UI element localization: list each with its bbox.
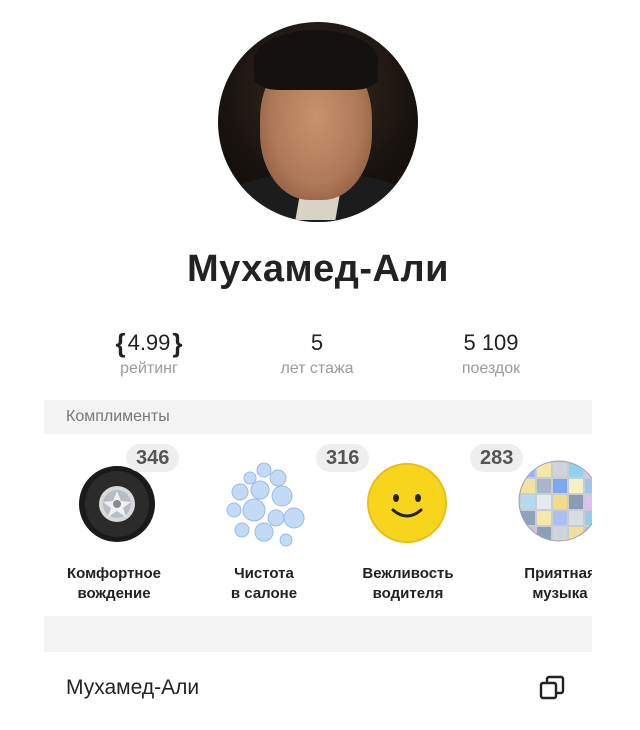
driver-profile-card: Мухамед-Али { 4.99 } рейтинг 5 лет стажа…	[44, 0, 592, 730]
rating-value-wreath: { 4.99 }	[74, 328, 224, 358]
driver-name: Мухамед-Али	[187, 248, 449, 290]
years-value: 5	[310, 330, 324, 355]
disco-ball-icon	[518, 460, 592, 542]
years-label: лет стажа	[280, 360, 354, 377]
compliment-politeness[interactable]: 283 Вежливость водителя	[338, 436, 524, 616]
trips-value: 5 109	[463, 330, 519, 355]
stat-rating: { 4.99 } рейтинг	[74, 328, 224, 378]
wheel-icon	[79, 466, 155, 542]
compliment-cleanliness[interactable]: 316 Чистота в салоне	[194, 436, 370, 616]
compliment-label-line2: водителя	[372, 585, 444, 602]
compliment-pleasant-music[interactable]: 2 Приятная музыка	[490, 436, 592, 616]
compliment-label: Вежливость водителя	[338, 564, 478, 604]
bubbles-icon	[226, 462, 305, 547]
copy-icon[interactable]	[538, 674, 566, 702]
trips-label: поездок	[461, 360, 521, 377]
compliment-comfortable-driving[interactable]: 346 Комфортное вождение	[44, 436, 184, 616]
compliment-label-line2: в салоне	[230, 585, 298, 602]
compliments-list[interactable]: 346 Комфортное вождение 316 Чистота в са…	[44, 436, 592, 616]
compliment-label-line1: Вежливость	[362, 565, 454, 582]
footer-name: Мухамед-Али	[66, 676, 200, 699]
compliment-label-line1: Комфортное	[67, 565, 161, 582]
compliment-count-badge: 346	[126, 444, 180, 472]
laurel-left-icon: {	[115, 328, 126, 358]
compliment-label: Чистота в салоне	[194, 564, 334, 604]
compliments-title: Комплименты	[66, 408, 170, 425]
compliment-label-line1: Приятная	[524, 565, 592, 582]
rating-label: рейтинг	[120, 360, 178, 377]
avatar[interactable]	[218, 22, 418, 222]
compliments-header: Комплименты	[44, 400, 592, 434]
laurel-right-icon: }	[172, 328, 183, 358]
avatar-hair	[254, 30, 378, 90]
section-divider	[44, 616, 592, 652]
stat-trips: 5 109 поездок	[416, 328, 566, 378]
stats-row: { 4.99 } рейтинг 5 лет стажа 5 109 поезд…	[44, 328, 592, 388]
compliment-label: Комфортное вождение	[44, 564, 184, 604]
compliment-label: Приятная музыка	[490, 564, 592, 604]
compliment-label-line1: Чистота	[234, 565, 294, 582]
stat-years: 5 лет стажа	[242, 328, 392, 378]
compliment-label-line2: музыка	[532, 585, 588, 602]
rating-value: 4.99	[127, 330, 171, 355]
compliment-label-line2: вождение	[77, 585, 151, 602]
smiley-icon	[367, 463, 447, 543]
